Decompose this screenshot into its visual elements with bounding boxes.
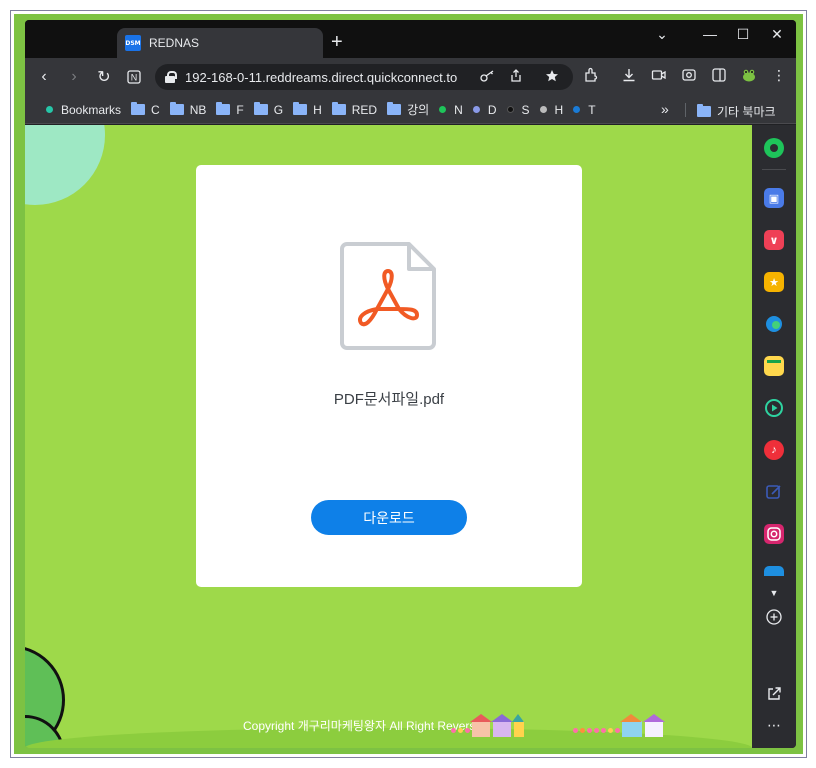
folder-icon [216,102,231,115]
bookmark-label: T [588,102,596,117]
menu-kebab-icon[interactable]: ⋮ [769,67,789,84]
sidebar-ai-icon[interactable] [764,138,784,158]
bookmark-label: C [151,102,160,117]
sidebar-edge-icon[interactable] [764,314,784,334]
tab-title: REDNAS [149,36,200,50]
maximize-button[interactable]: ☐ [728,26,758,43]
side-panel: ▣ ∨ ★ ♪ ▼ ⋯ [752,125,796,748]
video-icon[interactable] [649,67,669,86]
bookmarks-divider [685,103,686,117]
d-site-icon [472,106,480,113]
sidebar-instagram-icon[interactable] [764,524,784,544]
sidebar-partial-icon[interactable] [764,566,784,576]
sidebar-more-icon[interactable]: ⋯ [764,715,784,735]
sidebar-add-icon[interactable] [764,609,784,629]
sidebar-music-icon[interactable]: ♪ [764,440,784,460]
bookmark-label: RED [351,102,378,117]
bookmark-label: S [521,102,530,117]
pdf-file-icon [340,242,436,350]
bookmark-h[interactable]: H [539,102,564,117]
folder-icon [169,102,184,115]
other-bookmarks-folder[interactable]: 기타 북마크 [697,103,776,120]
notion-icon[interactable]: N [123,66,145,88]
address-bar[interactable]: 192-168-0-11.reddreams.direct.quickconne… [155,64,573,90]
bookmark-label: N [454,102,463,117]
bookmark-star-icon[interactable] [545,69,561,86]
bookmark-label: G [273,102,284,117]
bookmarks-bar: Bookmarks C NB F G H RED 강의 N D S H T » … [25,96,796,124]
key-icon[interactable] [480,69,496,86]
sidebar-star-icon[interactable]: ★ [764,272,784,292]
bookmark-label: H [554,102,564,117]
bookmark-s[interactable]: S [506,102,530,117]
folder-icon [293,102,308,115]
folder-icon [697,104,711,117]
bookmarks-overflow-button[interactable]: » [661,101,669,117]
browser-window: DSM REDNAS + ⌄ — ☐ ✕ ‹ › ↻ N 192-168-0-1… [25,20,796,748]
h-site-icon [539,106,547,113]
new-tab-button[interactable]: + [331,32,343,52]
profile-frog-icon[interactable] [739,67,759,86]
split-view-icon[interactable] [709,67,729,86]
bookmark-label: H [313,102,322,117]
close-button[interactable]: ✕ [762,26,792,43]
url-text: 192-168-0-11.reddreams.direct.quickconne… [185,69,458,85]
s-site-icon [506,106,514,113]
bookmark-bookmarks[interactable]: Bookmarks [46,103,121,117]
bookmarks-dot-icon [46,106,53,113]
bookmark-d[interactable]: D [472,102,497,117]
tab-search-icon[interactable]: ⌄ [647,26,677,43]
n-site-icon [439,106,447,113]
decorative-circle [25,125,105,205]
share-icon[interactable] [509,69,523,86]
download-icon[interactable] [619,67,639,86]
decorative-village [573,711,666,737]
bookmark-folder-g[interactable]: G [253,102,284,117]
sidebar-briefcase-icon[interactable]: ▣ [764,188,784,208]
page-content: PDF문서파일.pdf 다운로드 Copyright 개구리마케팅왕자 All … [25,125,752,748]
decorative-village [451,711,527,737]
bookmark-label: Bookmarks [61,102,122,117]
bookmark-folder-red[interactable]: RED [331,102,378,117]
sidebar-edit-icon[interactable] [764,482,784,502]
download-button[interactable]: 다운로드 [311,500,467,535]
folder-icon [387,102,402,115]
tab-rednas[interactable]: DSM REDNAS [117,28,323,58]
reload-icon[interactable]: ↻ [93,66,115,88]
file-share-card: PDF문서파일.pdf 다운로드 [196,165,582,587]
toolbar: ‹ › ↻ N 192-168-0-11.reddreams.direct.qu… [25,58,796,96]
folder-icon [253,102,268,115]
sidebar-more-down-icon[interactable]: ▼ [764,583,784,603]
forward-icon[interactable]: › [63,66,85,88]
sidebar-open-external-icon[interactable] [764,686,784,706]
bookmark-folder-c[interactable]: C [131,102,160,117]
bookmark-folder-h[interactable]: H [293,102,322,117]
svg-text:N: N [131,73,138,83]
bookmark-n[interactable]: N [439,103,463,117]
bookmark-label: NB [189,102,207,117]
folder-icon [131,102,146,115]
bookmark-label: 기타 북마크 [717,105,776,119]
bookmark-folder-lecture[interactable]: 강의 [387,101,429,118]
bookmark-folder-nb[interactable]: NB [169,102,207,117]
extensions-icon[interactable] [581,67,601,86]
sidebar-pocket-icon[interactable]: ∨ [764,230,784,250]
bookmark-t[interactable]: T [573,102,596,117]
screenshot-icon[interactable] [679,67,699,86]
folder-icon [331,102,346,115]
minimize-button[interactable]: — [695,26,725,42]
sidebar-divider [762,169,786,170]
back-icon[interactable]: ‹ [33,66,55,88]
bookmark-label: 강의 [407,103,430,117]
file-name: PDF문서파일.pdf [333,391,445,408]
sidebar-play-icon[interactable] [764,398,784,418]
sidebar-notes-icon[interactable] [764,356,784,376]
bookmark-label: D [487,102,497,117]
lock-icon [165,71,177,83]
bookmark-folder-f[interactable]: F [216,102,244,117]
t-site-icon [573,106,581,113]
bookmark-label: F [236,102,244,117]
tab-strip: DSM REDNAS + ⌄ — ☐ ✕ [25,20,796,58]
dsm-favicon-icon: DSM [125,35,141,51]
